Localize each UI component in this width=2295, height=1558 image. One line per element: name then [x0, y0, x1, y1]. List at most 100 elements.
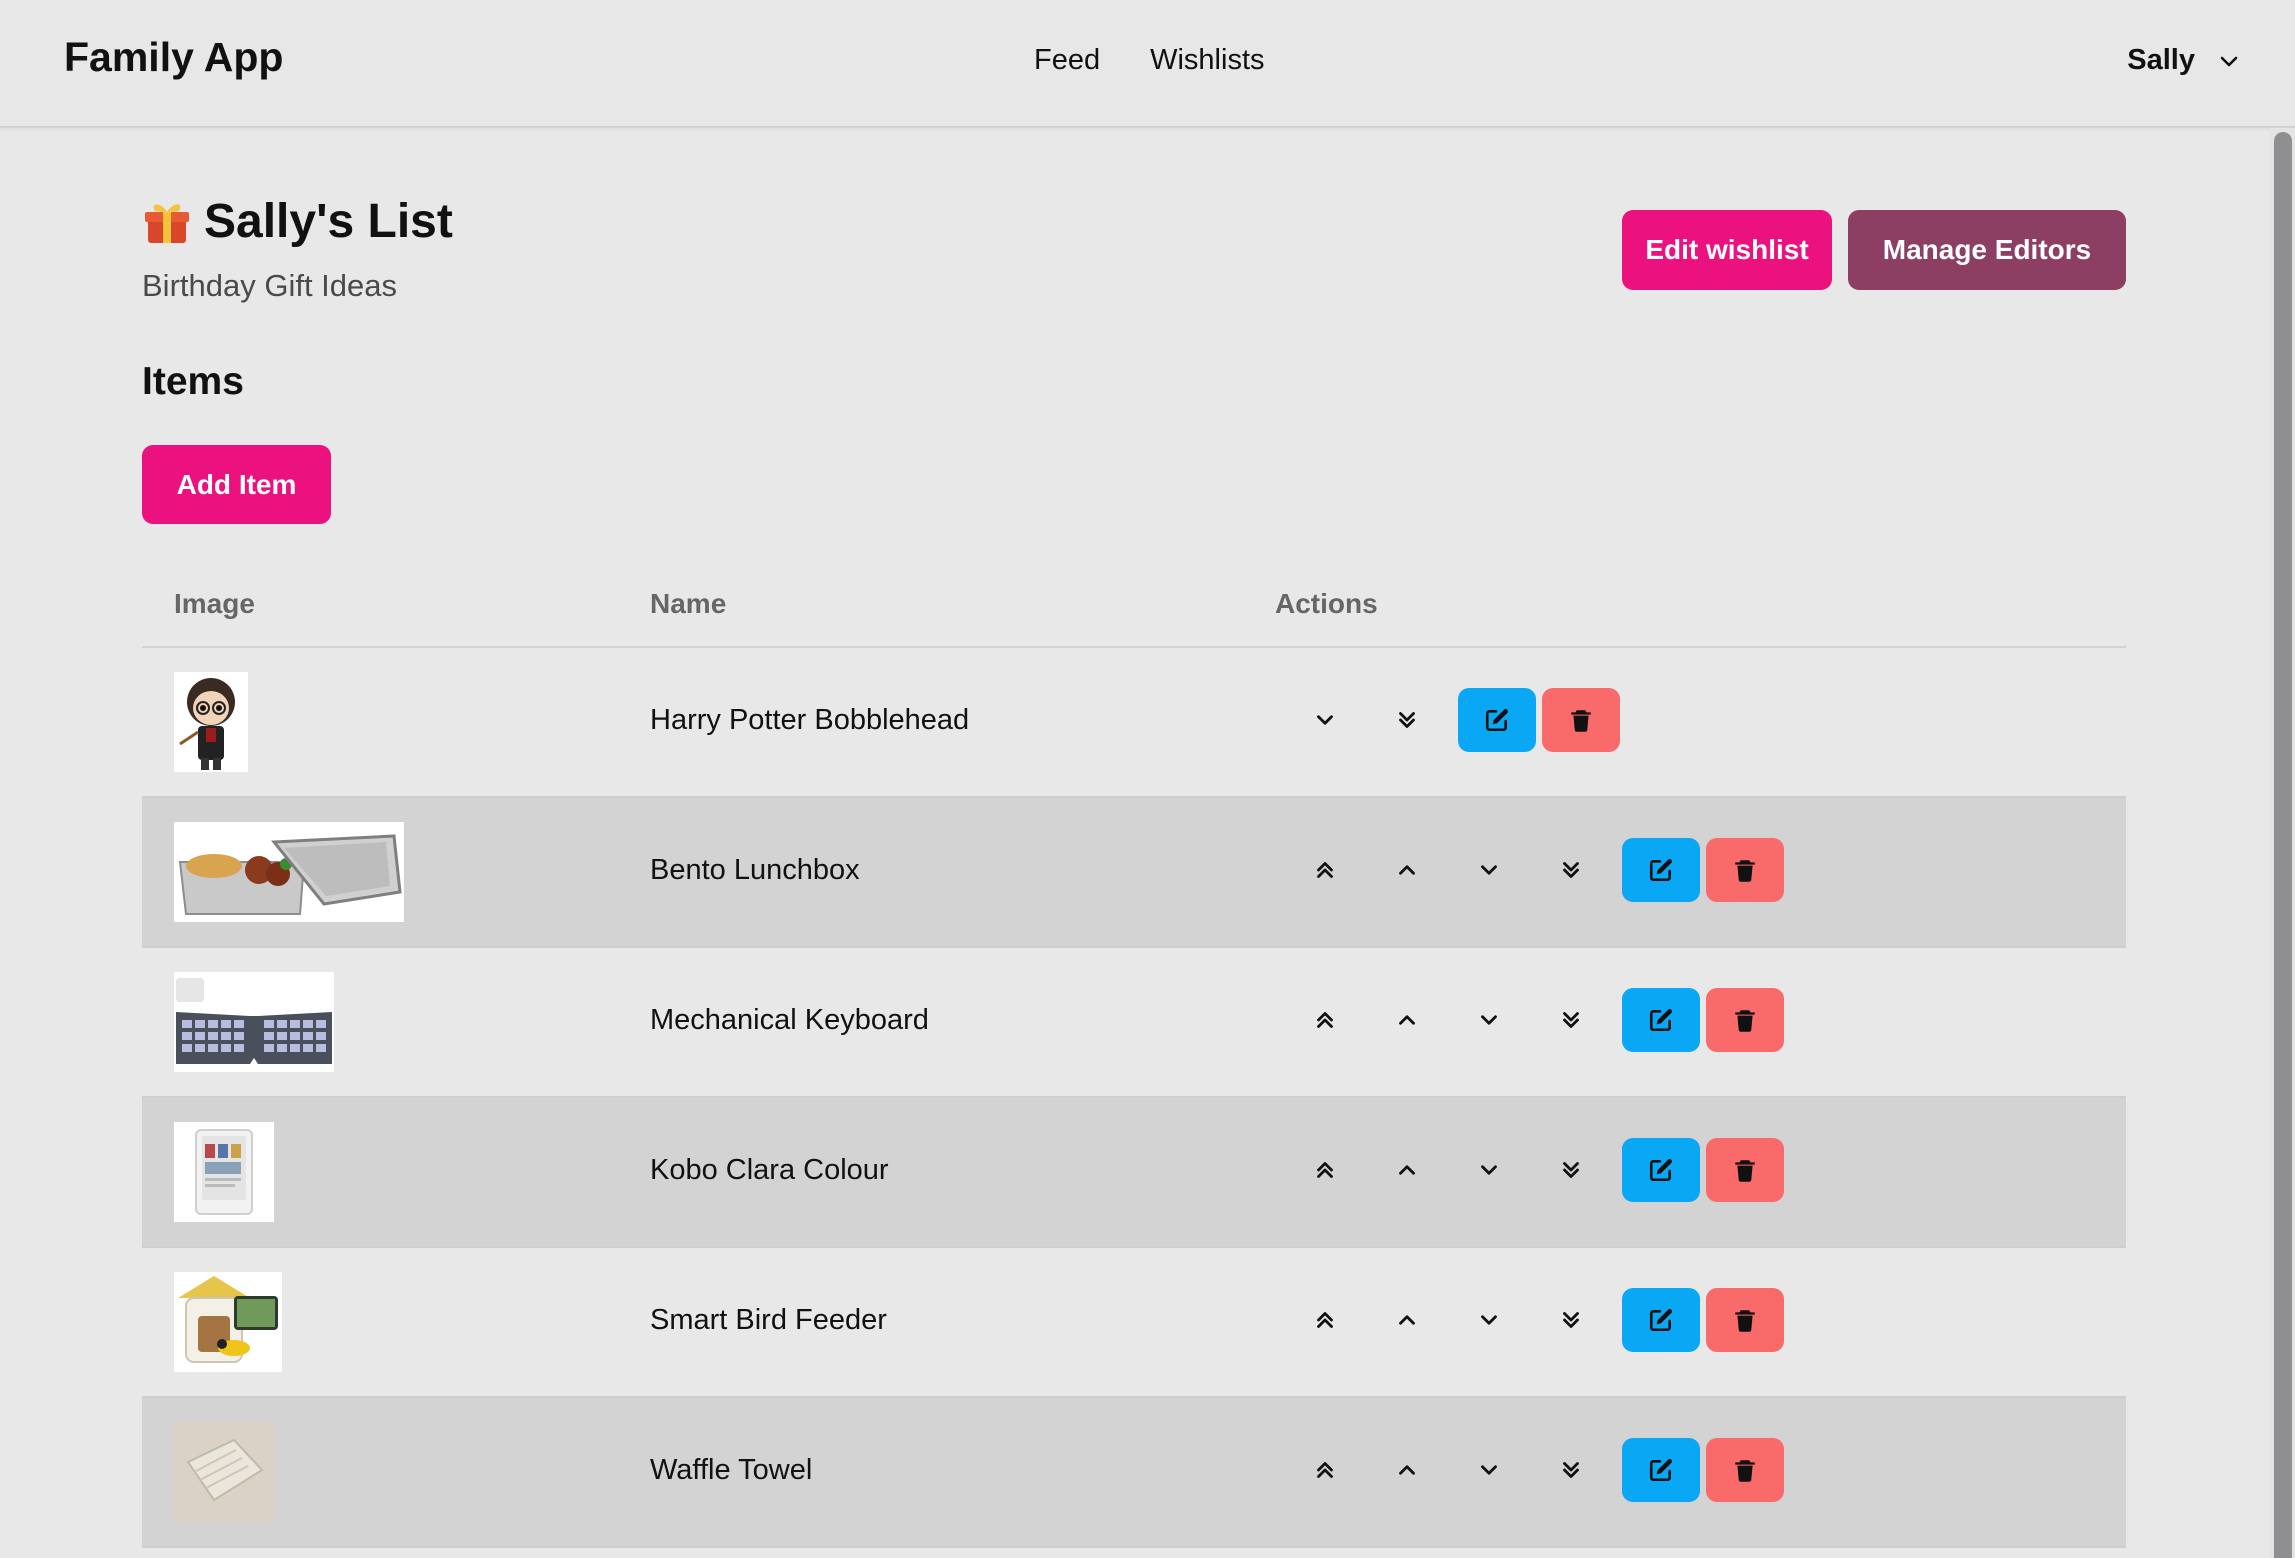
move-up-button[interactable] [1366, 1438, 1448, 1502]
move-to-bottom-button[interactable] [1366, 688, 1448, 752]
trash-icon [1735, 860, 1755, 882]
move-to-top-button[interactable] [1284, 988, 1366, 1052]
double-chevron-up-icon [1317, 1012, 1333, 1028]
scrollbar-thumb[interactable] [2274, 132, 2292, 1558]
delete-item-button[interactable] [1706, 1438, 1784, 1502]
top-navbar: Family App Feed Wishlists Sally [0, 0, 2295, 128]
item-name: Bento Lunchbox [650, 854, 860, 886]
move-to-top-button[interactable] [1284, 838, 1366, 902]
add-item-button[interactable]: Add Item [142, 445, 331, 524]
edit-item-button[interactable] [1458, 688, 1536, 752]
table-header: Image Name Actions [142, 568, 2126, 648]
nav-links: Feed Wishlists [1034, 44, 1265, 77]
table-row: Mechanical Keyboard [142, 948, 2126, 1098]
chevron-down-icon [1317, 715, 1333, 725]
move-to-top-button[interactable] [1284, 1138, 1366, 1202]
delete-item-button[interactable] [1542, 688, 1620, 752]
nav-link-wishlists[interactable]: Wishlists [1150, 44, 1264, 77]
items-heading: Items [142, 360, 244, 403]
double-chevron-down-icon [1563, 1162, 1579, 1178]
double-chevron-up-icon [1317, 1462, 1333, 1478]
header-actions: Actions [1275, 588, 1378, 619]
move-down-button[interactable] [1284, 688, 1366, 752]
edit-icon [1649, 1459, 1672, 1482]
chevron-up-icon [1399, 1315, 1415, 1325]
move-down-button[interactable] [1448, 838, 1530, 902]
chevron-up-icon [1399, 1465, 1415, 1475]
move-to-bottom-button[interactable] [1530, 1138, 1612, 1202]
edit-item-button[interactable] [1622, 1438, 1700, 1502]
trash-icon [1571, 710, 1591, 732]
trash-icon [1735, 1010, 1755, 1032]
ereader-image [174, 1122, 274, 1222]
move-up-button[interactable] [1366, 1288, 1448, 1352]
table-row: Bento Lunchbox [142, 798, 2126, 948]
move-down-button[interactable] [1448, 988, 1530, 1052]
edit-item-button[interactable] [1622, 1138, 1700, 1202]
double-chevron-down-icon [1563, 1312, 1579, 1328]
double-chevron-up-icon [1317, 1312, 1333, 1328]
move-down-button[interactable] [1448, 1288, 1530, 1352]
double-chevron-down-icon [1399, 712, 1415, 728]
items-table: Image Name Actions Harry Potter Bobblehe… [142, 568, 2126, 1548]
move-to-top-button[interactable] [1284, 1288, 1366, 1352]
double-chevron-down-icon [1563, 862, 1579, 878]
vertical-scrollbar[interactable] [2269, 128, 2295, 1558]
move-to-bottom-button[interactable] [1530, 1288, 1612, 1352]
edit-icon [1649, 1009, 1672, 1032]
item-image [174, 1422, 274, 1522]
table-row: Kobo Clara Colour [142, 1098, 2126, 1248]
item-name: Waffle Towel [650, 1454, 813, 1486]
item-image [174, 822, 404, 922]
row-actions [1284, 838, 1784, 902]
move-up-button[interactable] [1366, 988, 1448, 1052]
delete-item-button[interactable] [1706, 1138, 1784, 1202]
trash-icon [1735, 1310, 1755, 1332]
chevron-down-icon [1481, 1315, 1497, 1325]
move-to-bottom-button[interactable] [1530, 988, 1612, 1052]
chevron-up-icon [1399, 1165, 1415, 1175]
delete-item-button[interactable] [1706, 988, 1784, 1052]
chevron-down-icon [1481, 865, 1497, 875]
double-chevron-down-icon [1563, 1462, 1579, 1478]
item-image [174, 672, 248, 772]
bird-feeder-image [174, 1272, 282, 1372]
move-to-bottom-button[interactable] [1530, 838, 1612, 902]
edit-item-button[interactable] [1622, 988, 1700, 1052]
edit-wishlist-button[interactable]: Edit wishlist [1622, 210, 1832, 290]
move-to-bottom-button[interactable] [1530, 1438, 1612, 1502]
manage-editors-button[interactable]: Manage Editors [1848, 210, 2126, 290]
move-up-button[interactable] [1366, 838, 1448, 902]
edit-item-button[interactable] [1622, 1288, 1700, 1352]
header-image: Image [174, 588, 255, 619]
delete-item-button[interactable] [1706, 1288, 1784, 1352]
move-down-button[interactable] [1448, 1138, 1530, 1202]
chevron-down-icon [1481, 1165, 1497, 1175]
move-to-top-button[interactable] [1284, 1438, 1366, 1502]
row-actions [1284, 1438, 1784, 1502]
trash-icon [1735, 1460, 1755, 1482]
gift-icon [145, 203, 189, 243]
nav-link-feed[interactable]: Feed [1034, 44, 1100, 77]
table-row: Harry Potter Bobblehead [142, 648, 2126, 798]
chevron-down-icon [1481, 1015, 1497, 1025]
move-down-button[interactable] [1448, 1438, 1530, 1502]
row-actions [1284, 1288, 1784, 1352]
table-row: Smart Bird Feeder [142, 1248, 2126, 1398]
move-up-button[interactable] [1366, 1138, 1448, 1202]
double-chevron-up-icon [1317, 862, 1333, 878]
edit-item-button[interactable] [1622, 838, 1700, 902]
page-title: Sally's List [204, 195, 453, 248]
double-chevron-down-icon [1563, 1012, 1579, 1028]
edit-icon [1649, 1309, 1672, 1332]
edit-icon [1485, 709, 1508, 732]
delete-item-button[interactable] [1706, 838, 1784, 902]
page-subtitle: Birthday Gift Ideas [142, 268, 398, 303]
user-menu[interactable]: Sally [2127, 44, 2241, 77]
app-brand[interactable]: Family App [64, 34, 283, 81]
header-name: Name [650, 588, 727, 619]
trash-icon [1735, 1160, 1755, 1182]
table-row: Waffle Towel [142, 1398, 2126, 1548]
row-actions [1284, 1138, 1784, 1202]
item-name: Smart Bird Feeder [650, 1304, 887, 1336]
